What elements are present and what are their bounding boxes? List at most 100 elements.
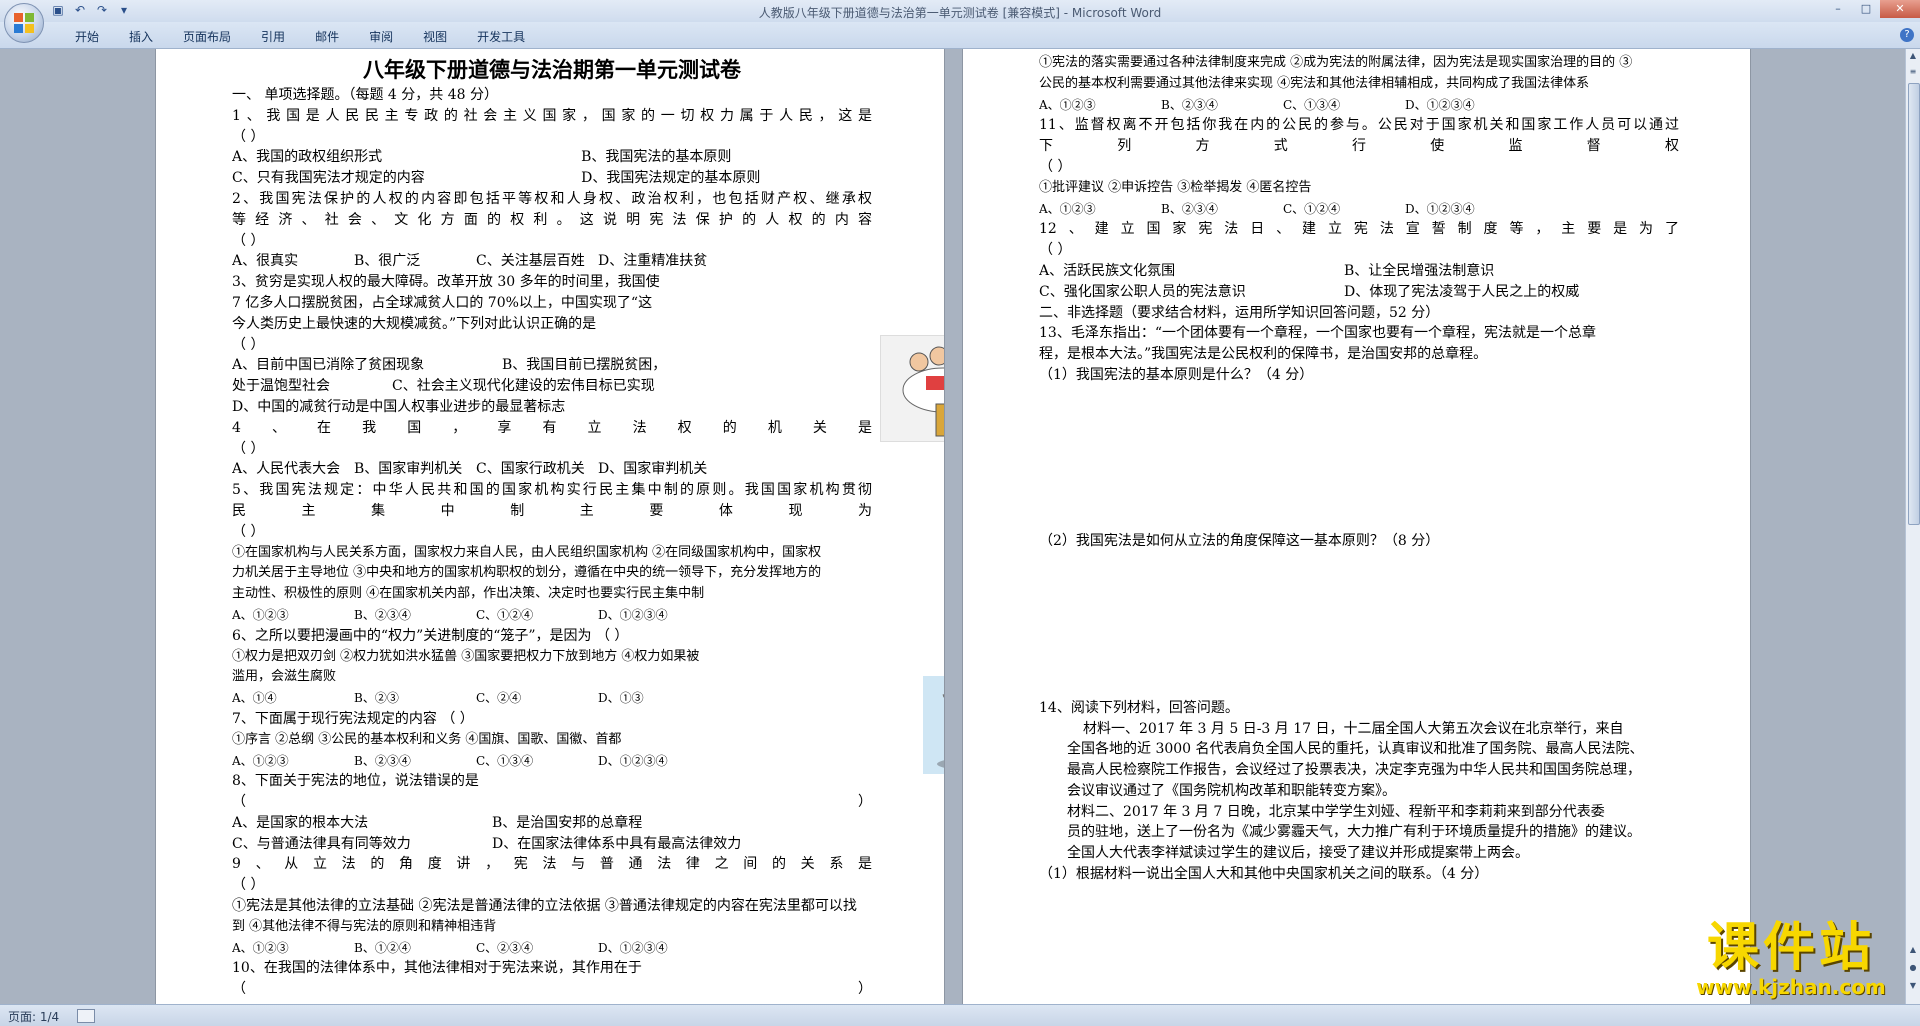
text-line: 材料二、2017 年 3 月 7 日晚，北京某中学学生刘娅、程新平和李莉莉来到部… bbox=[1067, 803, 1605, 820]
quick-access-toolbar: ▣ ↶ ↷ ▾ bbox=[50, 3, 132, 18]
tab-1[interactable]: 插入 bbox=[114, 28, 168, 45]
option-text: C、社会主义现代化建设的宏伟目标已实现 bbox=[392, 378, 655, 395]
tab-0[interactable]: 开始 bbox=[60, 28, 114, 45]
option-text: D、①②③④ bbox=[598, 753, 668, 768]
option-row: A、人民代表大会 B、国家审判机关 C、国家行政机关 D、国家审判机关 bbox=[232, 459, 872, 480]
page-1-content[interactable]: 八年级下册道德与法治期第一单元测试卷 一、 单项选择题。（每题 4 分，共 48… bbox=[232, 55, 872, 1000]
option-text: A、①④ bbox=[232, 691, 277, 706]
option-text: A、目前中国已消除了贫困现象 bbox=[232, 357, 425, 374]
text-line: 二、非选择题（要求结合材料，运用所学知识回答问题，52 分） bbox=[1039, 304, 1440, 321]
redo-icon[interactable]: ↷ bbox=[94, 3, 110, 18]
text-line: （ ） bbox=[232, 523, 265, 540]
text-line: 一、 单项选择题。（每题 4 分，共 48 分） bbox=[232, 87, 498, 103]
text-line: （ ） bbox=[232, 981, 872, 998]
tab-6[interactable]: 视图 bbox=[408, 28, 462, 45]
text-line: 程，是根本大法。”我国宪法是公民权利的保障书，是治国安邦的总章程。 bbox=[1039, 346, 1488, 363]
text-line: 会议审议通过了《国务院机构改革和职能转变方案》。 bbox=[1067, 782, 1396, 799]
watermark-title: 课件站 bbox=[1706, 918, 1875, 978]
option-text: A、是国家的根本大法 bbox=[232, 814, 369, 831]
text-line: 2、我国宪法保护的人权的内容即包括平等权和人身权、政治权利，也包括财产权、继承权 bbox=[232, 190, 872, 207]
text-line: 材料一、2017 年 3 月 5 日-3 月 17 日，十二届全国人大第五次会议… bbox=[1083, 720, 1624, 737]
poverty-reduction-cartoon bbox=[880, 335, 944, 442]
option-text: B、①②④ bbox=[354, 940, 411, 955]
document-page-1[interactable]: 八年级下册道德与法治期第一单元测试卷 一、 单项选择题。（每题 4 分，共 48… bbox=[156, 49, 944, 1004]
option-row: A、①②③ B、①②④ C、②③④ D、①②③④ bbox=[232, 938, 872, 959]
option-row: A、①②③ B、②③④ C、①②④ D、①②③④ bbox=[1039, 199, 1679, 220]
document-workspace[interactable]: 八年级下册道德与法治期第一单元测试卷 一、 单项选择题。（每题 4 分，共 48… bbox=[0, 49, 1905, 1004]
text-line: ①批评建议 ②申诉控告 ③检举揭发 ④匿名控告 bbox=[1039, 179, 1312, 195]
undo-icon[interactable]: ↶ bbox=[72, 3, 88, 18]
help-icon[interactable]: ? bbox=[1900, 28, 1914, 42]
option-row: C、与普通法律具有同等效力 D、在国家法律体系中具有最高法律效力 bbox=[232, 834, 872, 855]
tab-2[interactable]: 页面布局 bbox=[168, 28, 246, 45]
text-line: 公民的基本权利需要通过其他法律来实现 ④宪法和其他法律相辅相成，共同构成了我国法… bbox=[1039, 75, 1590, 91]
ruler-toggle-icon[interactable]: ≡ bbox=[1907, 67, 1919, 81]
option-text: C、②③④ bbox=[476, 940, 534, 955]
text-line: （1）根据材料一说出全国人大和其他中央国家机关之间的联系。（4 分） bbox=[1039, 866, 1489, 883]
option-text: C、①②④ bbox=[1283, 201, 1341, 216]
site-watermark: 课件站 www.kjzhan.com bbox=[1666, 920, 1916, 1004]
office-button[interactable] bbox=[4, 3, 44, 43]
option-text: C、①③④ bbox=[1283, 97, 1341, 112]
option-row: A、目前中国已消除了贫困现象 B、我国目前已摆脱贫困， bbox=[232, 355, 872, 376]
option-text: B、②③④ bbox=[354, 607, 411, 622]
tab-7[interactable]: 开发工具 bbox=[462, 28, 540, 45]
text-line: 等经济、社会、文化方面的权利。这说明宪法保护的人权的内容 bbox=[232, 211, 872, 228]
text-line: 民主集中制主要体现为 bbox=[232, 502, 872, 519]
option-text: B、是治国安邦的总章程 bbox=[492, 814, 643, 831]
option-text: D、①②③④ bbox=[598, 607, 668, 622]
watermark-url: www.kjzhan.com bbox=[1696, 975, 1886, 999]
restore-icon[interactable]: □ bbox=[1852, 0, 1880, 18]
customize-icon[interactable]: ▾ bbox=[116, 3, 132, 18]
option-text: D、①②③④ bbox=[1405, 201, 1475, 216]
scroll-up-icon[interactable]: ▲ bbox=[1907, 51, 1919, 65]
option-text: D、①③ bbox=[598, 691, 644, 706]
tab-3[interactable]: 引用 bbox=[246, 28, 300, 45]
option-row: A、①②③ B、②③④ C、①③④ D、①②③④ bbox=[232, 751, 872, 772]
close-icon[interactable]: ✕ bbox=[1880, 0, 1920, 18]
text-line: （ ） bbox=[232, 336, 265, 353]
text-line: 1、我国是人民民主专政的社会主义国家，国家的一切权力属于人民，这是 bbox=[232, 107, 872, 124]
option-row: A、①④ B、②③ C、②④ D、①③ bbox=[232, 688, 872, 709]
text-line: 全国各地的近 3000 名代表肩负全国人民的重托，认真审议和批准了国务院、最高人… bbox=[1067, 741, 1644, 758]
vertical-scrollbar[interactable]: ▲ ≡ ▲ ● ▼ bbox=[1905, 49, 1920, 1004]
status-bar: 页面: 1/4 bbox=[0, 1004, 1920, 1026]
text-line: 8、下面关于宪法的地位，说法错误的是 bbox=[232, 773, 479, 790]
document-page-2[interactable]: ①宪法的落实需要通过各种法律制度来完成 ②成为宪法的附属法律，因为宪法是现实国家… bbox=[963, 49, 1750, 1004]
option-text: D、我国宪法规定的基本原则 bbox=[581, 170, 761, 187]
proofing-status-icon[interactable] bbox=[77, 1009, 95, 1023]
text-line: （ ） bbox=[1039, 242, 1072, 259]
option-text: B、②③④ bbox=[354, 753, 411, 768]
text-line: 4、在我国，享有立法权的机关是 bbox=[232, 419, 872, 436]
option-row: A、①②③ B、②③④ C、①②④ D、①②③④ bbox=[232, 605, 872, 626]
text-line: 滥用，会滋生腐败 bbox=[232, 669, 337, 685]
text-line: 7、下面属于现行宪法规定的内容 （ ） bbox=[232, 710, 474, 727]
page-count[interactable]: 页面: 1/4 bbox=[8, 1008, 59, 1025]
minimize-icon[interactable]: – bbox=[1824, 0, 1852, 18]
option-text: A、很真实 bbox=[232, 253, 299, 270]
tab-4[interactable]: 邮件 bbox=[300, 28, 354, 45]
page-2-content[interactable]: ①宪法的落实需要通过各种法律制度来完成 ②成为宪法的附属法律，因为宪法是现实国家… bbox=[1039, 53, 1679, 1004]
option-text: B、②③④ bbox=[1161, 201, 1218, 216]
option-text: A、人民代表大会 bbox=[232, 461, 341, 478]
option-text: C、与普通法律具有同等效力 bbox=[232, 835, 411, 852]
scroll-thumb[interactable] bbox=[1908, 83, 1920, 525]
option-text: A、我国的政权组织形式 bbox=[232, 149, 383, 166]
option-text: A、①②③ bbox=[232, 940, 289, 955]
option-row: A、我国的政权组织形式 B、我国宪法的基本原则 bbox=[232, 147, 872, 168]
save-icon[interactable]: ▣ bbox=[50, 3, 66, 18]
text-line: 主动性、积极性的原则 ④在国家机关内部，作出决策、决定时也要实行民主集中制 bbox=[232, 586, 705, 602]
tab-5[interactable]: 审阅 bbox=[354, 28, 408, 45]
option-text: B、让全民增强法制意识 bbox=[1344, 262, 1495, 279]
